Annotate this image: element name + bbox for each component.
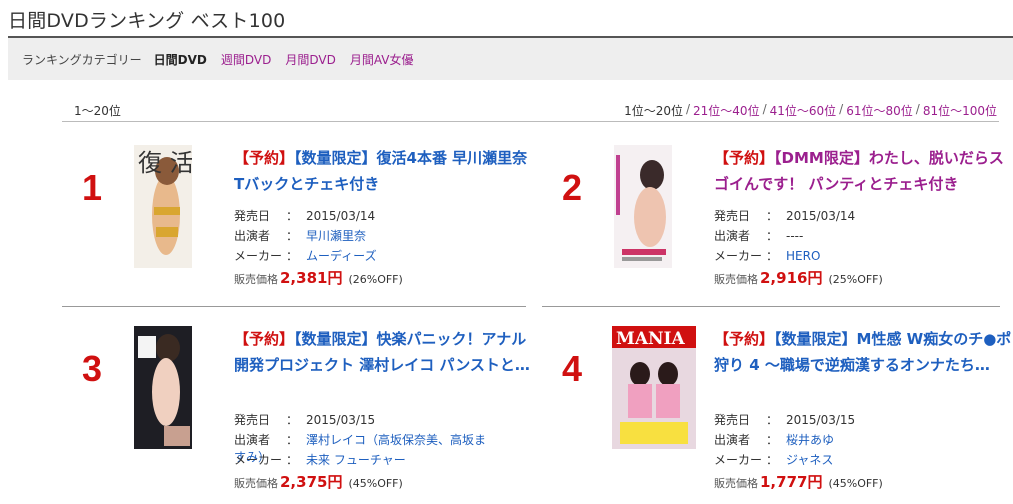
reserve-tag: 【予約】: [234, 149, 295, 167]
price-row: 販売価格 1,777円 (45%OFF): [714, 473, 883, 491]
maker-row: メーカー： HERO: [714, 249, 821, 263]
product-thumbnail[interactable]: 復 活: [134, 145, 192, 268]
price-amount: 1,777円: [760, 473, 823, 491]
release-row: 発売日： 2015/03/15: [714, 413, 856, 427]
release-date: 2015/03/14: [786, 209, 856, 223]
release-row: 発売日： 2015/03/15: [234, 413, 376, 427]
maker-row: メーカー：未来 フューチャー: [234, 453, 406, 467]
product-thumbnail[interactable]: MANIA: [612, 326, 696, 449]
product-title-link[interactable]: 【予約】【数量限定】M性感 W痴女のチ●ポ狩り 4 〜職場で逆痴漢するオンナたち…: [714, 326, 1013, 378]
maker-link[interactable]: 未来 フューチャー: [306, 453, 406, 467]
rank-number: 1: [81, 167, 103, 208]
range-label: 1〜20位: [74, 104, 121, 118]
row-divider: [542, 306, 1000, 307]
product-title-link[interactable]: 【予約】【DMM限定】わたし、脱いだらスゴイんです！ パンティとチェキ付き: [714, 145, 1013, 197]
ranking-item: 1 復 活 【予約】【数量限定】復活4本番 早川瀬里奈 Tバックとチェキ付き 発…: [62, 145, 527, 315]
maker-row: メーカー：ジャネス: [714, 453, 834, 467]
rank-number: 2: [561, 167, 583, 208]
pager-link-61-80[interactable]: 61位〜80位: [846, 102, 913, 119]
pager: 1位〜20位 / 21位〜40位 / 41位〜60位 / 61位〜80位 / 8…: [624, 102, 997, 119]
pager-current: 1位〜20位: [624, 104, 683, 118]
maker-link[interactable]: HERO: [786, 249, 820, 263]
cast-row: 出演者： ----: [714, 229, 804, 243]
category-link-monthly-dvd[interactable]: 月間DVD: [285, 51, 335, 68]
category-bar: ランキングカテゴリー 日間DVD 週間DVD 月間DVD 月間AV女優: [8, 38, 1013, 80]
page-title: 日間DVDランキング ベスト100: [8, 10, 286, 32]
cast-link[interactable]: 早川瀬里奈: [306, 229, 366, 243]
maker-row: メーカー：ムーディーズ: [234, 249, 377, 263]
cast-value: ----: [786, 229, 804, 243]
price-row: 販売価格 2,375円 (45%OFF): [234, 473, 403, 491]
discount: (25%OFF): [828, 273, 883, 286]
ranking-item: 3 【予約】【数量限定】快楽パニック！アナル開発プロジェクト 澤村レイコ パンス…: [62, 326, 530, 496]
price-row: 販売価格 2,381円 (26%OFF): [234, 269, 403, 287]
pager-link-81-100[interactable]: 81位〜100位: [923, 102, 997, 119]
release-row: 発売日： 2015/03/14: [714, 209, 856, 223]
product-thumbnail[interactable]: [134, 326, 192, 449]
price-amount: 2,381円: [280, 269, 343, 287]
price-row: 販売価格 2,916円 (25%OFF): [714, 269, 883, 287]
pager-divider: [62, 121, 999, 122]
thumb-text: 復 活: [138, 149, 192, 177]
cast-row: 出演者：桜井あゆ: [714, 433, 835, 447]
product-title-link[interactable]: 【予約】【数量限定】快楽パニック！アナル開発プロジェクト 澤村レイコ パンストと…: [234, 326, 534, 378]
category-link-weekly-dvd[interactable]: 週間DVD: [221, 51, 271, 68]
category-link-monthly-actress[interactable]: 月間AV女優: [350, 51, 414, 68]
thumb-text: MANIA: [616, 329, 685, 349]
cast-row: 出演者：早川瀬里奈: [234, 229, 367, 243]
row-divider: [62, 306, 526, 307]
release-date: 2015/03/14: [306, 209, 376, 223]
rank-number: 3: [81, 348, 103, 389]
discount: (45%OFF): [828, 477, 883, 490]
release-date: 2015/03/15: [786, 413, 856, 427]
rank-number: 4: [561, 348, 583, 389]
ranking-item: 2 【予約】【DMM限定】わたし、脱いだらスゴイんです！ パンティとチェキ付き …: [542, 145, 1004, 315]
maker-link[interactable]: ジャネス: [786, 453, 833, 467]
release-row: 発売日： 2015/03/14: [234, 209, 376, 223]
pager-link-21-40[interactable]: 21位〜40位: [693, 102, 760, 119]
reserve-tag: 【予約】: [714, 149, 775, 167]
product-title-link[interactable]: 【予約】【数量限定】復活4本番 早川瀬里奈 Tバックとチェキ付き: [234, 145, 534, 197]
price-amount: 2,916円: [760, 269, 823, 287]
product-thumbnail[interactable]: [614, 145, 672, 268]
reserve-tag: 【予約】: [234, 330, 295, 348]
category-current: 日間DVD: [153, 52, 207, 67]
discount: (26%OFF): [348, 273, 403, 286]
reserve-tag: 【予約】: [714, 330, 775, 348]
release-date: 2015/03/15: [306, 413, 376, 427]
discount: (45%OFF): [348, 477, 403, 490]
maker-link[interactable]: ムーディーズ: [306, 249, 377, 263]
ranking-item: 4 MANIA 【予約】【数量限定】M性感 W痴女のチ●ポ狩り 4 〜職場で逆痴…: [542, 326, 1011, 496]
cast-link[interactable]: 桜井あゆ: [786, 433, 834, 447]
price-amount: 2,375円: [280, 473, 343, 491]
pager-link-41-60[interactable]: 41位〜60位: [770, 102, 837, 119]
category-label: ランキングカテゴリー: [22, 52, 142, 67]
